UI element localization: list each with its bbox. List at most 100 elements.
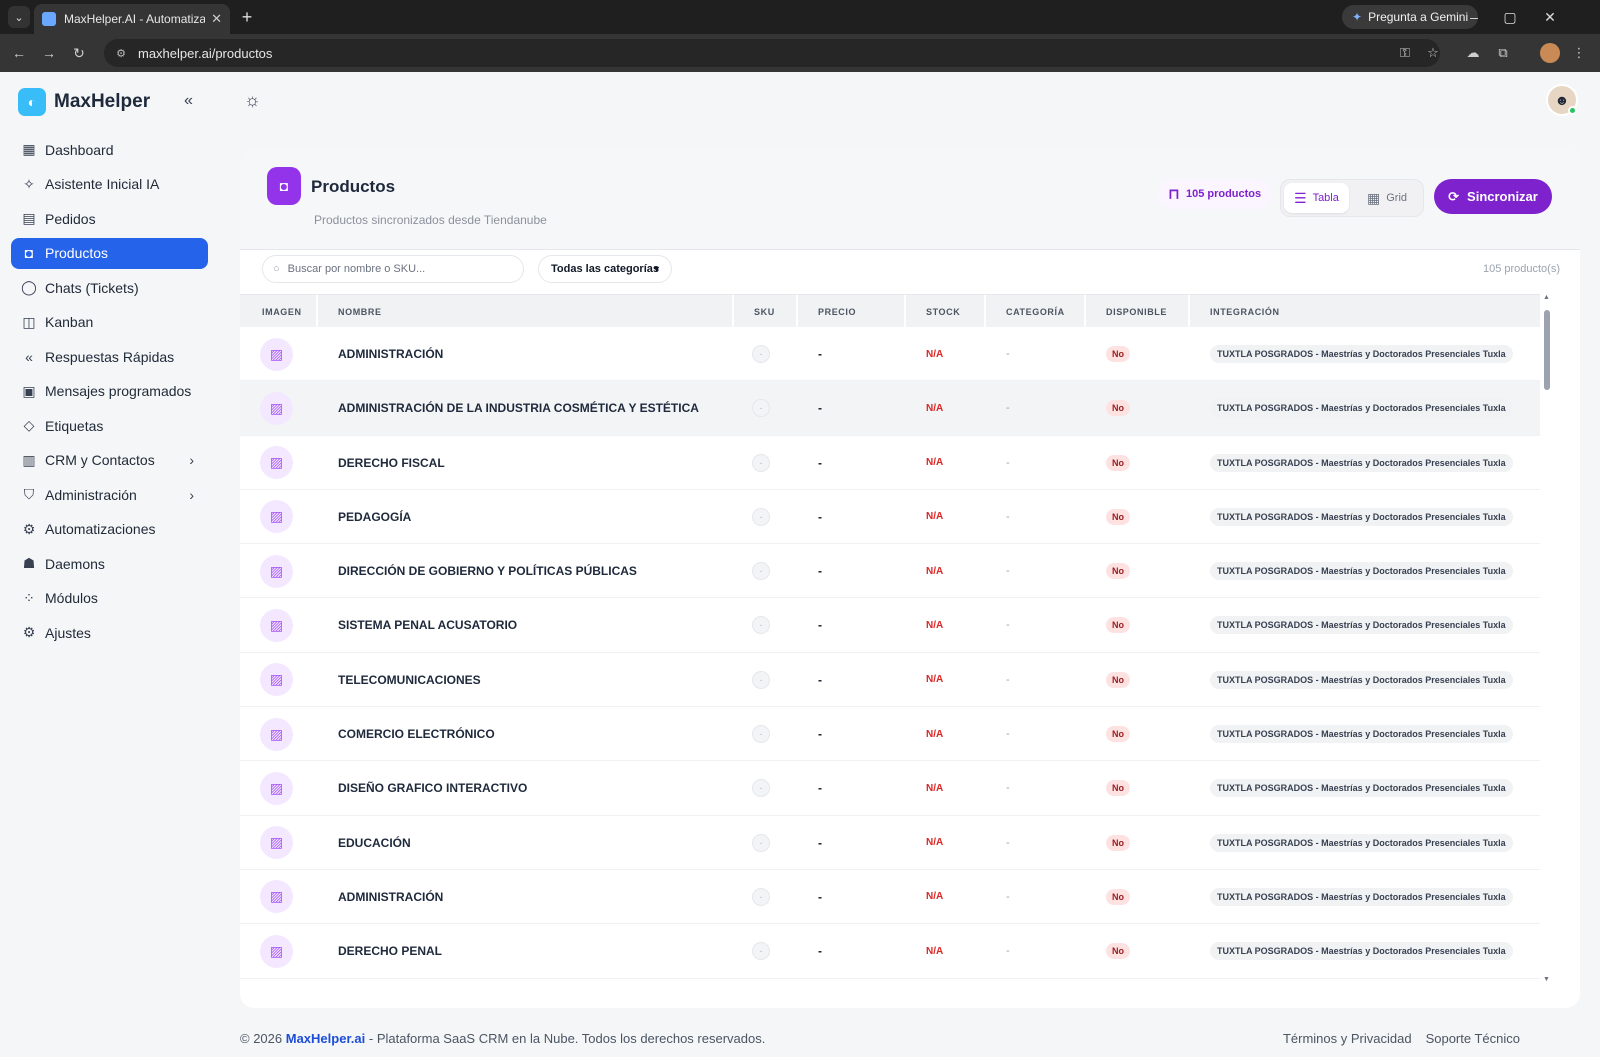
column-header-precio[interactable]: PRECIO [818,295,856,328]
theme-toggle-sun-icon[interactable]: ☼ [244,90,261,111]
table-row[interactable]: ▨ EDUCACIÓN - - N/A - No TUXTLA POSGRADOS - Mae… [240,816,1540,870]
support-link[interactable]: Soporte Técnico [1426,1031,1520,1046]
price-value-cell: - [818,490,822,544]
table-scrollbar[interactable]: ▲ ▼ [1542,294,1552,986]
user-avatar[interactable]: ☻ [1546,84,1578,116]
column-header-sku[interactable]: SKU [754,295,775,328]
sidebar-item-administracion[interactable]: ⛉ Administración › [11,479,208,510]
collapse-sidebar-icon[interactable]: « [184,92,193,110]
sidebar-item-label: Asistente Inicial IA [45,176,160,192]
image-placeholder-icon: ▨ [260,880,293,914]
search-input[interactable] [287,263,508,275]
sidebar-item-mensajes-programados[interactable]: ▣ Mensajes programados [11,376,208,407]
gemini-button[interactable]: ✦ Pregunta a Gemini [1342,5,1479,29]
column-header-categoria[interactable]: CATEGORÍA [1006,295,1065,328]
table-row[interactable]: ▨ SISTEMA PENAL ACUSATORIO - - N/A - No TUXTLA … [240,598,1540,653]
sidebar-item-modulos[interactable]: ⁘ Módulos [11,583,208,614]
price-value: - [818,455,822,470]
image-placeholder-icon-cell: ▨ [260,761,293,815]
sidebar-item-crm-y-contactos[interactable]: ▥ CRM y Contactos › [11,445,208,476]
available-badge: No [1106,671,1130,688]
table-row[interactable]: ▨ DERECHO PENAL - - N/A - No TUXTLA POSGRADOS -… [240,924,1540,979]
new-tab-icon[interactable]: + [236,6,258,28]
column-header-disponible[interactable]: DISPONIBLE [1106,295,1167,328]
minimize-icon[interactable]: – [1462,6,1486,28]
table-row[interactable]: ▨ ADMINISTRACIÓN DE LA INDUSTRIA COSMÉTIC… [240,381,1540,436]
sku-value: - [752,833,770,852]
table-row[interactable]: ▨ DIRECCIÓN DE GOBIERNO Y POLÍTICAS PÚBLI… [240,544,1540,599]
sidebar-item-automatizaciones[interactable]: ⚙ Automatizaciones [11,514,208,545]
sidebar-item-etiquetas[interactable]: ◇ Etiquetas [11,410,208,441]
product-name-cell: ADMINISTRACIÓN DE LA INDUSTRIA COSMÉTICA… [338,381,699,435]
cloud-icon[interactable]: ☁ [1462,42,1484,64]
category-select[interactable]: Todas las categorías ▼ [538,255,672,283]
address-bar[interactable]: ⚙ maxhelper.ai/productos [104,39,1440,67]
brand[interactable]: ◐ MaxHelper [18,88,150,116]
image-placeholder-icon: ▨ [260,608,293,642]
sidebar-item-chats-tickets[interactable]: ◯ Chats (Tickets) [11,272,208,303]
sidebar-item-ajustes[interactable]: ⚙ Ajustes [11,617,208,648]
back-icon[interactable]: ← [8,42,30,64]
chevron-down-icon: ▼ [652,264,661,274]
sidebar-item-respuestas-rapidas[interactable]: « Respuestas Rápidas [11,341,208,372]
table-row[interactable]: ▨ PEDAGOGÍA - - N/A - No TUXTLA POSGRADOS - Mae… [240,490,1540,545]
column-header-nombre[interactable]: NOMBRE [338,295,382,328]
sidebar-item-dashboard[interactable]: ▦ Dashboard [11,134,208,165]
column-header-imagen[interactable]: IMAGEN [262,295,302,328]
column-header-stock[interactable]: STOCK [926,295,960,328]
tab-search-chevron-icon[interactable]: ⌄ [8,6,30,28]
terms-link[interactable]: Términos y Privacidad [1283,1031,1412,1046]
table-row[interactable]: ▨ TELECOMUNICACIONES - - N/A - No TUXTLA POSGRA… [240,653,1540,708]
table-row[interactable]: ▨ ADMINISTRACIÓN - - N/A - No TUXTLA POSGRADOS … [240,870,1540,925]
password-key-icon[interactable]: ⚿ [1394,42,1416,64]
sidebar-item-productos[interactable]: ◘ Productos [11,237,208,269]
browser-tab[interactable]: MaxHelper.AI - Automatiza tu a ✕ [34,4,230,34]
bookmark-star-icon[interactable]: ☆ [1422,42,1444,64]
browser-profile-avatar[interactable] [1540,43,1560,63]
table-row[interactable]: ▨ COMERCIO ELECTRÓNICO - - N/A - No TUXTLA POSG… [240,707,1540,762]
url-text: maxhelper.ai/productos [138,45,273,61]
sync-icon: ⟳ [1448,188,1460,204]
footer: © 2026 MaxHelper.ai - Plataforma SaaS CR… [240,1031,1520,1046]
available-badge: No [1106,834,1130,851]
table-row[interactable]: ▨ DERECHO FISCAL - - N/A - No TUXTLA POSGRADOS … [240,436,1540,490]
sidebar-item-pedidos[interactable]: ▤ Pedidos [11,203,208,234]
image-placeholder-icon: ▨ [260,446,293,480]
column-divider [1084,295,1086,328]
sidebar-item-label: Dashboard [45,141,114,158]
view-table-button[interactable]: ☰ Tabla [1284,183,1349,213]
product-name-cell: DIRECCIÓN DE GOBIERNO Y POLÍTICAS PÚBLIC… [338,544,637,598]
chevron-right-icon: › [189,452,194,468]
sync-button[interactable]: ⟳ Sincronizar [1434,179,1552,214]
site-settings-icon[interactable]: ⚙ [114,46,128,60]
scroll-down-icon[interactable]: ▼ [1543,976,1550,983]
integration-badge: TUXTLA POSGRADOS - Maestrías y Doctorado… [1210,507,1513,526]
table-row[interactable]: ▨ DISEÑO GRAFICO INTERACTIVO - - N/A - No TUXTL… [240,761,1540,816]
sku-value: - [752,562,770,581]
view-grid-button[interactable]: ▦ Grid [1357,183,1417,213]
scroll-up-icon[interactable]: ▲ [1543,294,1550,301]
image-placeholder-icon: ▨ [260,337,293,371]
tab-close-icon[interactable]: ✕ [211,11,222,27]
scroll-thumb[interactable] [1544,310,1550,390]
stock-value: N/A [926,837,944,849]
product-count-label: 105 productos [1185,188,1262,200]
sidebar-item-label: Productos [45,245,109,261]
window-close-icon[interactable]: ✕ [1538,6,1562,28]
sidebar-item-daemons[interactable]: ☗ Daemons [11,548,208,579]
extensions-icon[interactable]: ⧉ [1492,42,1514,64]
forward-icon[interactable]: → [38,42,60,64]
maximize-icon[interactable]: ▢ [1498,6,1522,28]
table-row[interactable]: ▨ ADMINISTRACIÓN - - N/A - No TUXTLA POSGRADOS … [240,327,1540,382]
category-value: - [1006,510,1010,523]
sidebar-item-kanban[interactable]: ◫ Kanban [11,307,208,338]
stock-value: N/A [926,782,944,794]
column-header-integracion[interactable]: INTEGRACIÓN [1210,295,1280,328]
footer-brand-link[interactable]: MaxHelper.ai [286,1031,366,1046]
image-placeholder-icon-cell: ▨ [260,490,293,544]
sidebar-item-asistente-inicial-ia[interactable]: ✧ Asistente Inicial IA [11,169,208,200]
reload-icon[interactable]: ↻ [68,42,90,64]
product-name-cell: EDUCACIÓN [338,816,411,870]
browser-menu-icon[interactable]: ⋮ [1568,42,1590,64]
products-header: ◘ Productos Productos sincronizados desd… [240,150,1580,250]
